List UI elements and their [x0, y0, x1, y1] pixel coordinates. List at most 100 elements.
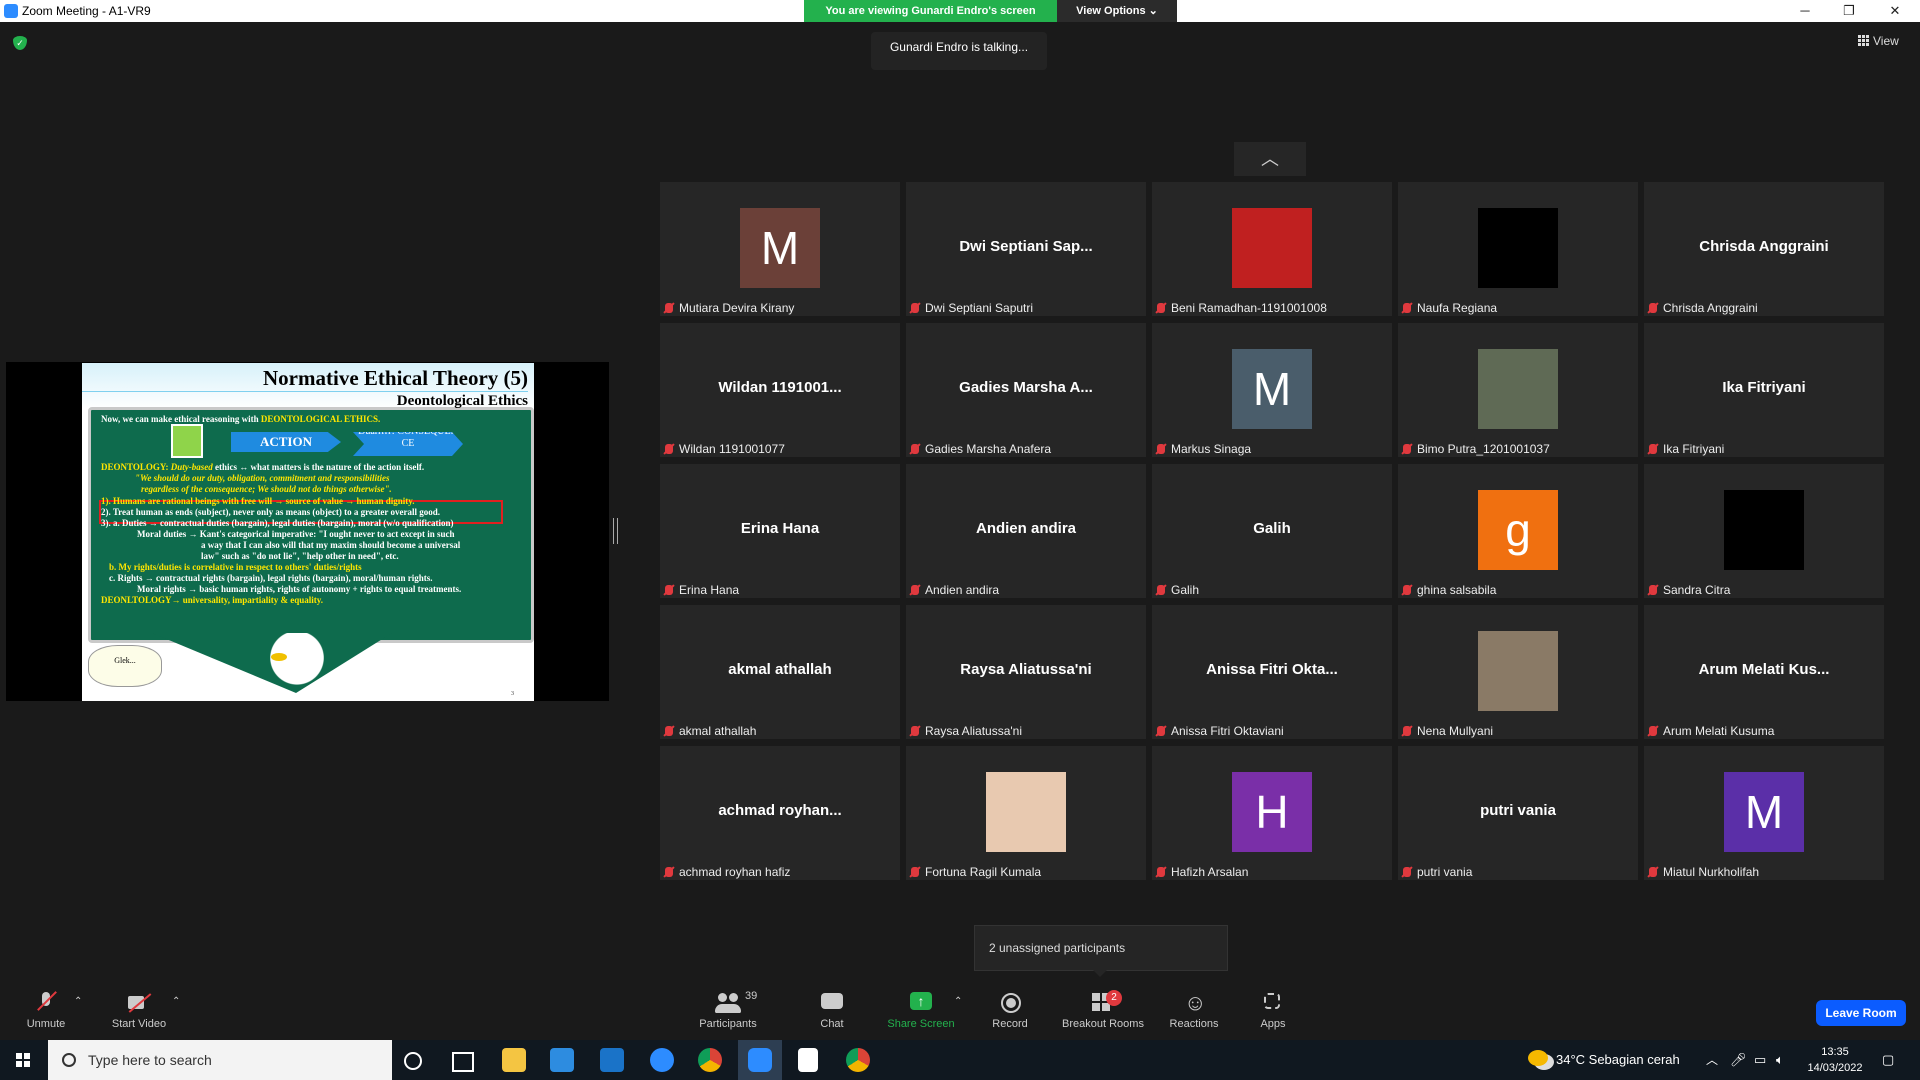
video-options-caret[interactable]: ⌃	[172, 996, 180, 1007]
participant-tile[interactable]: Erina Hana Erina Hana	[660, 464, 900, 598]
chrome-icon[interactable]	[698, 1048, 722, 1072]
participant-tile[interactable]: Arum Melati Kus... Arum Melati Kusuma	[1644, 605, 1884, 739]
participant-tile[interactable]: Bimo Putra_1201001037	[1398, 323, 1638, 457]
view-button[interactable]: View	[1858, 34, 1899, 48]
slide-line-2: "We should do our duty, obligation, comm…	[135, 473, 390, 483]
audio-options-caret[interactable]: ⌃	[74, 996, 82, 1007]
chat-button[interactable]: Chat	[806, 992, 858, 1030]
muted-mic-icon	[1403, 726, 1411, 736]
leave-room-button[interactable]: Leave Room	[1816, 1000, 1906, 1026]
participant-display-name: Raysa Aliatussa'ni	[960, 661, 1092, 678]
participant-name-label: Wildan 1191001077	[665, 442, 785, 456]
participant-display-name: Galih	[1253, 520, 1291, 537]
participant-tile[interactable]: Andien andira Andien andira	[906, 464, 1146, 598]
participant-tile[interactable]: Dwi Septiani Sap... Dwi Septiani Saputri	[906, 182, 1146, 316]
apps-button[interactable]: Apps	[1248, 992, 1298, 1030]
participant-tile[interactable]: M Miatul Nurkholifah	[1644, 746, 1884, 880]
participant-tile[interactable]: Naufa Regiana	[1398, 182, 1638, 316]
slide-line-12: Moral rights → basic human rights, right…	[137, 584, 462, 594]
reactions-button[interactable]: Reactions	[1164, 990, 1224, 1030]
slide-line-5: 2). Treat human as ends (subject), never…	[101, 507, 440, 517]
slide-intro-text: Now, we can make ethical reasoning with	[101, 414, 261, 424]
participant-tile[interactable]: Raysa Aliatussa'ni Raysa Aliatussa'ni	[906, 605, 1146, 739]
participant-tile[interactable]: Fortuna Ragil Kumala	[906, 746, 1146, 880]
slide-line-8: a way that I can also will that my maxim…	[201, 540, 461, 550]
chrome-profile-icon[interactable]	[846, 1048, 870, 1072]
gallery-page-up-button[interactable]: ︿	[1234, 142, 1306, 176]
muted-mic-icon	[1157, 867, 1165, 877]
participant-tile[interactable]: Gadies Marsha A... Gadies Marsha Anafera	[906, 323, 1146, 457]
view-options-button[interactable]: View Options ⌄	[1057, 0, 1177, 22]
participant-tile[interactable]: M Markus Sinaga	[1152, 323, 1392, 457]
split-resize-handle[interactable]	[613, 518, 618, 544]
muted-mic-icon	[1649, 303, 1657, 313]
participant-name-label: putri vania	[1403, 865, 1472, 879]
taskbar-search[interactable]: Type here to search	[48, 1040, 392, 1080]
record-button[interactable]: Record	[984, 992, 1036, 1030]
unassigned-participants-tooltip[interactable]: 2 unassigned participants	[974, 925, 1228, 977]
participant-name: Chrisda Anggraini	[1663, 301, 1758, 315]
action-arrow: ACTION	[231, 432, 341, 452]
minimize-button[interactable]: ─	[1782, 2, 1828, 20]
reactions-label: Reactions	[1169, 1018, 1219, 1030]
participant-tile[interactable]: M Mutiara Devira Kirany	[660, 182, 900, 316]
task-view-icon[interactable]	[452, 1052, 474, 1072]
volume-icon[interactable]: 🔈︎	[1776, 1040, 1784, 1080]
participant-tile[interactable]: Sandra Citra	[1644, 464, 1884, 598]
share-options-caret[interactable]: ⌃	[954, 996, 962, 1007]
windows-start-icon[interactable]	[0, 1040, 48, 1080]
participant-name-label: Bimo Putra_1201001037	[1403, 442, 1550, 456]
participant-tile[interactable]: akmal athallah akmal athallah	[660, 605, 900, 739]
security-shield-icon[interactable]: ✓	[13, 36, 27, 50]
participant-tile[interactable]: Ika Fitriyani Ika Fitriyani	[1644, 323, 1884, 457]
participant-name: Sandra Citra	[1663, 583, 1731, 597]
network-icon[interactable]: ▭	[1754, 1040, 1766, 1080]
participant-tile[interactable]: achmad royhan... achmad royhan hafiz	[660, 746, 900, 880]
share-screen-button[interactable]: Share Screen	[882, 992, 960, 1030]
participant-tile[interactable]: Anissa Fitri Okta... Anissa Fitri Oktavia…	[1152, 605, 1392, 739]
person-figure-icon	[171, 424, 203, 458]
muted-mic-icon	[1157, 585, 1165, 595]
unmute-button[interactable]: Unmute	[20, 992, 72, 1030]
participant-tile[interactable]: Chrisda Anggraini Chrisda Anggraini	[1644, 182, 1884, 316]
participant-video	[1724, 490, 1804, 570]
microphone-tray-icon[interactable]: 🎤︎	[1730, 1040, 1747, 1080]
slide-board: Now, we can make ethical reasoning with …	[88, 407, 534, 643]
document-icon[interactable]	[798, 1048, 818, 1072]
participant-video	[986, 772, 1066, 852]
start-video-button[interactable]: Start Video	[104, 992, 174, 1030]
participant-tile[interactable]: Beni Ramadhan-1191001008	[1152, 182, 1392, 316]
participant-name: Erina Hana	[679, 583, 740, 597]
teamviewer-icon[interactable]	[650, 1048, 674, 1072]
participant-tile[interactable]: Galih Galih	[1152, 464, 1392, 598]
participant-tile[interactable]: Wildan 1191001... Wildan 1191001077	[660, 323, 900, 457]
muted-mic-icon	[1403, 444, 1411, 454]
participant-name: Naufa Regiana	[1417, 301, 1498, 315]
taskbar-clock[interactable]: 13:35 14/03/2022	[1800, 1044, 1870, 1076]
participant-name-label: achmad royhan hafiz	[665, 865, 790, 879]
clock-time: 13:35	[1821, 1046, 1849, 1058]
slide-line-10: b. My rights/duties is correlative in re…	[109, 562, 362, 572]
slide-line-13: DEONLTOLOGY→ universality, impartiality …	[101, 595, 324, 605]
notifications-icon[interactable]: ▢	[1882, 1040, 1894, 1080]
participants-count: 39	[745, 990, 758, 1002]
weather-text[interactable]: 34°C Sebagian cerah	[1556, 1040, 1680, 1080]
participant-tile[interactable]: putri vania putri vania	[1398, 746, 1638, 880]
file-explorer-icon[interactable]	[502, 1048, 526, 1072]
store-icon[interactable]	[550, 1048, 574, 1072]
windows-taskbar: Type here to search 34°C Sebagian cerah …	[0, 1040, 1920, 1080]
participant-avatar: g	[1478, 490, 1558, 570]
tray-chevron-icon[interactable]: ︿	[1706, 1040, 1718, 1080]
zoom-taskbar-icon[interactable]	[748, 1048, 772, 1072]
breakout-rooms-button[interactable]: 2 Breakout Rooms	[1056, 990, 1150, 1030]
participant-tile[interactable]: g ghina salsabila	[1398, 464, 1638, 598]
participants-button[interactable]: 39 Participants	[692, 990, 764, 1030]
mail-icon[interactable]	[600, 1048, 624, 1072]
cortana-icon[interactable]	[404, 1052, 422, 1070]
share-screen-label: Share Screen	[887, 1018, 955, 1030]
close-button[interactable]: ✕	[1872, 2, 1918, 20]
muted-mic-icon	[1403, 867, 1411, 877]
participant-tile[interactable]: H Hafizh Arsalan	[1152, 746, 1392, 880]
participant-tile[interactable]: Nena Mullyani	[1398, 605, 1638, 739]
restore-button[interactable]: ❐	[1826, 2, 1872, 20]
